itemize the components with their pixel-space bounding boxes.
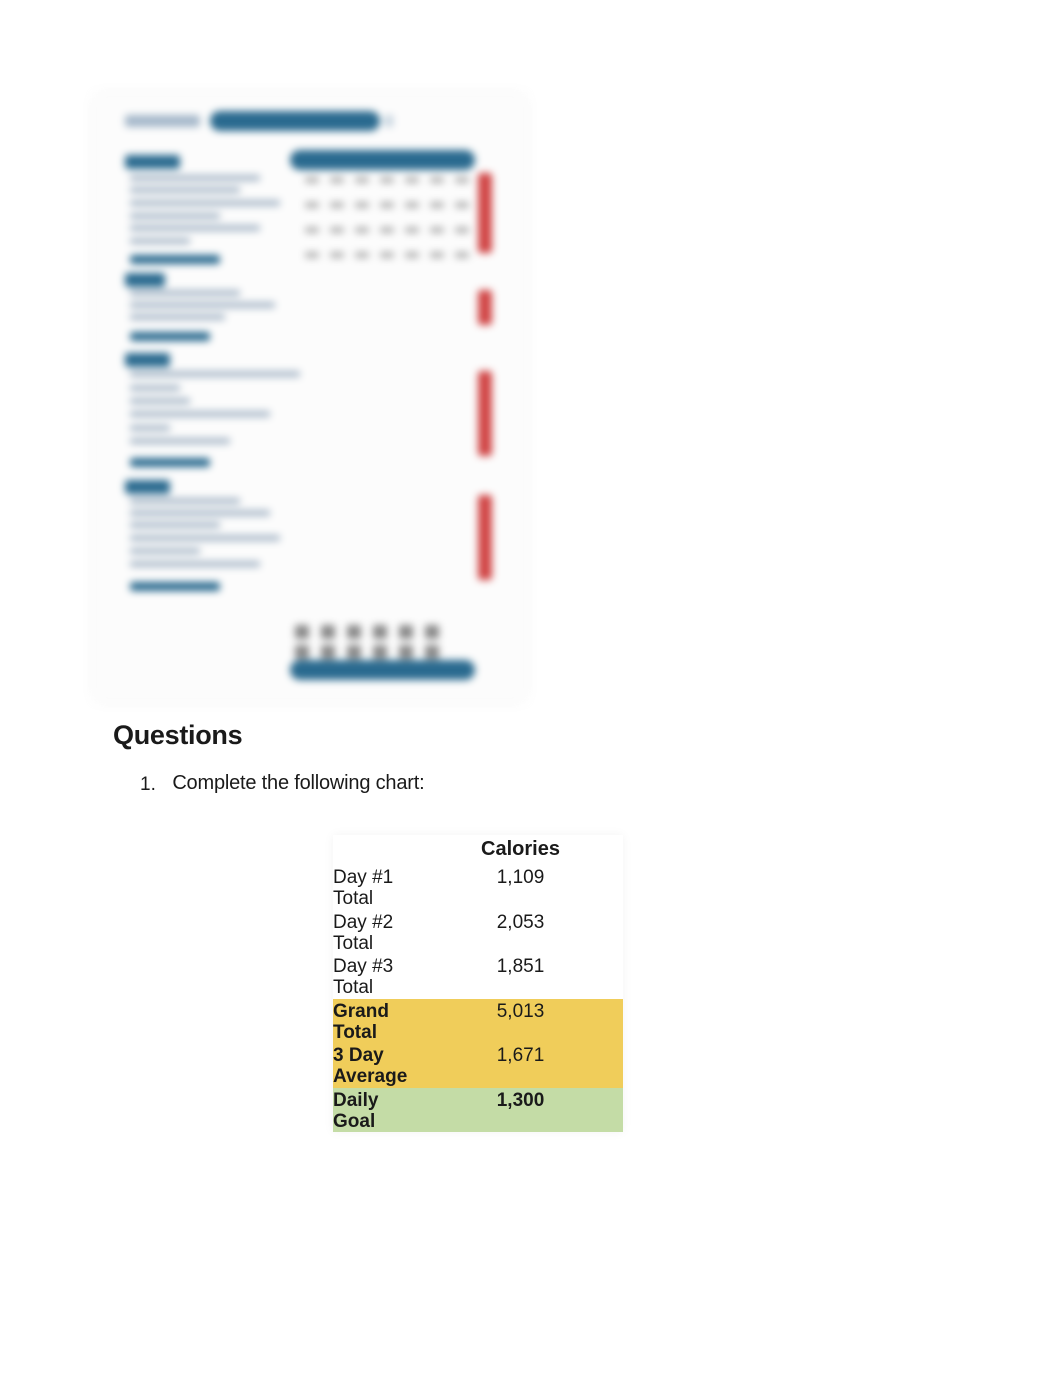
row-value: 1,300	[418, 1088, 623, 1133]
question-number: 1.	[140, 772, 156, 796]
question-item: 1. Complete the following chart:	[140, 772, 424, 796]
row-label: Day #1 Total	[333, 865, 418, 910]
table-row-daily-goal: Daily Goal 1,300	[333, 1088, 623, 1133]
row-label: Daily Goal	[333, 1088, 418, 1133]
row-label: Day #3 Total	[333, 954, 418, 999]
row-label: 3 Day Average	[333, 1043, 418, 1088]
header-value-cell: Calories	[418, 835, 623, 865]
question-text: Complete the following chart:	[172, 772, 424, 795]
question-list: 1. Complete the following chart:	[140, 772, 424, 796]
blurred-nutrition-sheet	[95, 95, 525, 700]
row-label: Grand Total	[333, 999, 418, 1044]
table-row: Day #1 Total 1,109	[333, 865, 623, 910]
row-value: 1,109	[418, 865, 623, 910]
row-value: 5,013	[418, 999, 623, 1044]
table-header-row: Calories	[333, 835, 623, 865]
table-row: Day #3 Total 1,851	[333, 954, 623, 999]
row-value: 2,053	[418, 910, 623, 955]
row-value: 1,671	[418, 1043, 623, 1088]
calories-table: Calories Day #1 Total 1,109 Day #2 Total…	[333, 835, 623, 1132]
table-row-average: 3 Day Average 1,671	[333, 1043, 623, 1088]
row-value: 1,851	[418, 954, 623, 999]
row-label: Day #2 Total	[333, 910, 418, 955]
table-row: Day #2 Total 2,053	[333, 910, 623, 955]
questions-heading: Questions	[113, 720, 242, 751]
header-label-cell	[333, 835, 418, 865]
table-row-grand-total: Grand Total 5,013	[333, 999, 623, 1044]
